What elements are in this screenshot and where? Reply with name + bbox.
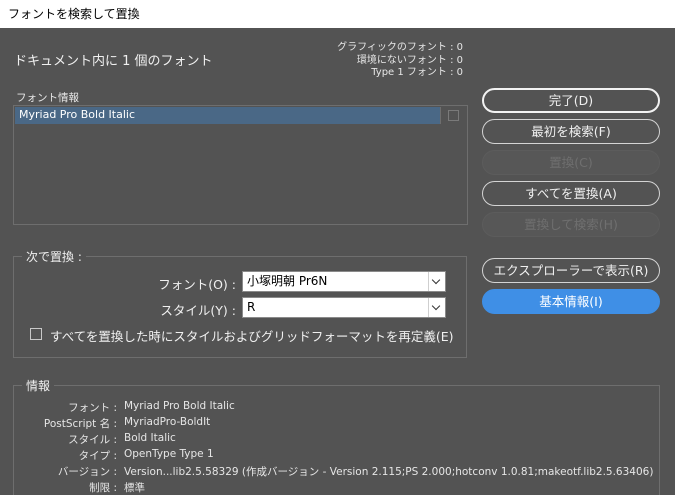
style-select-value: R: [247, 300, 256, 314]
reveal-in-explorer-button[interactable]: エクスプローラーで表示(R): [482, 258, 660, 283]
font-label: フォント(O) :: [158, 277, 236, 292]
document-font-count: ドキュメント内に 1 個のフォント: [14, 54, 213, 69]
dialog-body: ドキュメント内に 1 個のフォント グラフィックのフォント : 0 環境にないフ…: [0, 28, 675, 495]
graphic-fonts-stat: グラフィックのフォント : 0: [337, 42, 463, 53]
replace-button: 置換(C): [482, 150, 660, 175]
style-label: スタイル(Y) :: [160, 303, 236, 318]
basic-info-button[interactable]: 基本情報(I): [482, 289, 660, 314]
info-legend: 情報: [22, 377, 55, 394]
font-select[interactable]: 小塚明朝 Pr6N: [242, 271, 446, 292]
info-key: 制限 :: [89, 482, 117, 494]
chevron-down-icon: [428, 272, 445, 291]
type1-fonts-stat: Type 1 フォント : 0: [371, 67, 463, 78]
info-key: スタイル :: [68, 434, 117, 446]
info-value: Myriad Pro Bold Italic: [124, 400, 235, 412]
info-key: PostScript 名 :: [43, 418, 117, 430]
font-list[interactable]: Myriad Pro Bold Italic: [13, 105, 468, 225]
info-key: バージョン :: [57, 466, 117, 478]
font-list-label: フォント情報: [16, 92, 79, 104]
window-title: フォントを検索して置換: [0, 0, 675, 28]
info-value: 標準: [124, 482, 145, 494]
redefine-style-label[interactable]: すべてを置換した時にスタイルおよびグリッドフォーマットを再定義(E): [50, 326, 454, 345]
font-row-status-cell: [440, 107, 466, 124]
chevron-down-icon: [428, 298, 445, 317]
font-row-name: Myriad Pro Bold Italic: [19, 108, 136, 121]
replace-all-button[interactable]: すべてを置換(A): [482, 181, 660, 206]
style-select[interactable]: R: [242, 297, 446, 318]
info-key: タイプ :: [78, 450, 117, 462]
missing-fonts-stat: 環境にないフォント : 0: [356, 54, 463, 66]
font-stats: グラフィックのフォント : 0 環境にないフォント : 0 Type 1 フォン…: [337, 42, 463, 80]
replace-and-find-button: 置換して検索(H): [482, 212, 660, 237]
info-value: MyriadPro-BoldIt: [124, 416, 211, 428]
replace-with-legend: 次で置換 :: [22, 248, 86, 265]
info-value: OpenType Type 1: [124, 448, 214, 460]
find-first-button[interactable]: 最初を検索(F): [482, 119, 660, 144]
info-key: フォント :: [68, 402, 117, 414]
redefine-style-checkbox[interactable]: [30, 328, 42, 340]
done-button[interactable]: 完了(D): [482, 88, 660, 113]
font-select-value: 小塚明朝 Pr6N: [247, 274, 328, 288]
font-row-checkbox[interactable]: [448, 110, 459, 121]
info-value: Bold Italic: [124, 432, 176, 444]
font-list-row[interactable]: Myriad Pro Bold Italic: [15, 107, 466, 124]
info-value: Version...lib2.5.58329 (作成バージョン - Versio…: [124, 466, 654, 478]
